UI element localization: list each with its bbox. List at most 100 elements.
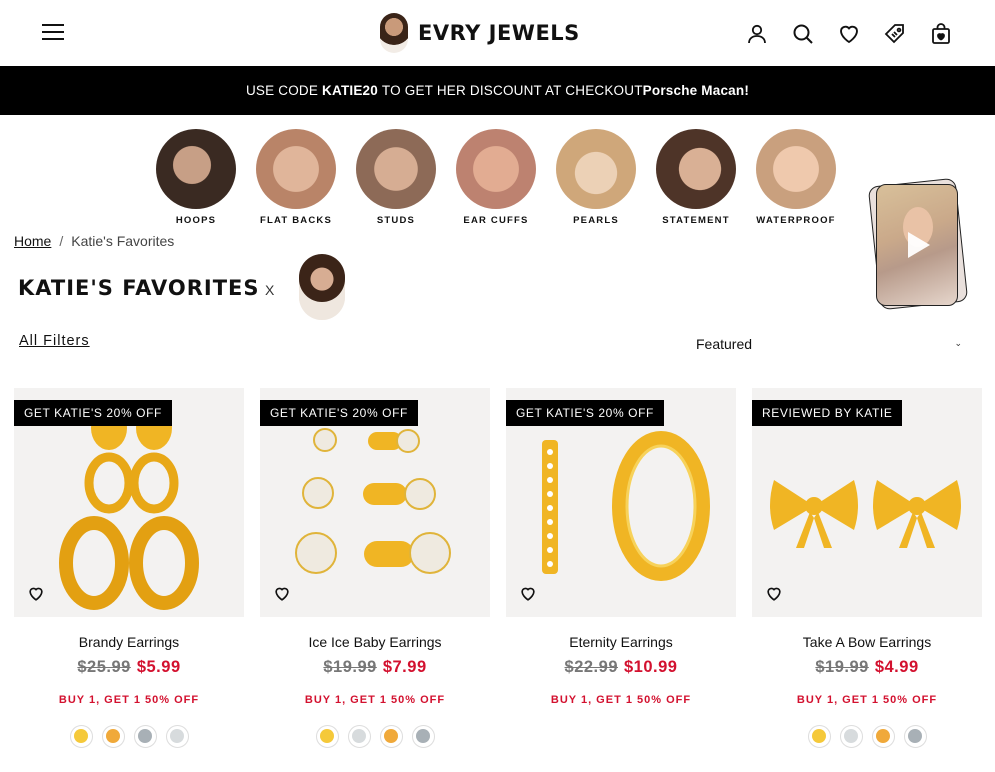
brand-name: EVRY JEWELS <box>418 21 580 45</box>
swatch-silver[interactable] <box>839 725 863 748</box>
wishlist-icon[interactable] <box>837 22 861 46</box>
breadcrumb: Home / Katie's Favorites <box>14 233 174 249</box>
color-swatches <box>14 725 244 748</box>
product-grid: GET KATIE'S 20% OFF Brandy Earrings $25.… <box>14 388 982 748</box>
product-offer: BUY 1, GET 1 50% OFF <box>796 694 938 706</box>
sale-price: $7.99 <box>382 658 427 676</box>
category-pearls[interactable]: PEARLS <box>556 129 636 226</box>
product-price: $19.99 $4.99 <box>752 658 982 677</box>
category-label: STUDS <box>376 215 416 226</box>
product-badge: GET KATIE'S 20% OFF <box>260 400 418 426</box>
category-image <box>156 129 236 209</box>
product-image[interactable]: REVIEWED BY KATIE <box>752 388 982 617</box>
category-hoops[interactable]: HOOPS <box>156 129 236 226</box>
promo-code: KATIE20 <box>322 83 378 98</box>
swatch-steel[interactable] <box>903 725 927 748</box>
product-price: $19.99 $7.99 <box>260 658 490 677</box>
account-icon[interactable] <box>745 22 769 46</box>
product-card[interactable]: GET KATIE'S 20% OFF Brandy Earrings $25.… <box>14 388 244 748</box>
original-price: $19.99 <box>815 658 869 676</box>
color-swatches <box>260 725 490 748</box>
original-price: $25.99 <box>77 658 131 676</box>
category-label: HOOPS <box>175 215 217 226</box>
swatch-steel[interactable] <box>133 725 157 748</box>
category-waterproof[interactable]: WATERPROOF <box>756 129 836 226</box>
product-offer: BUY 1, GET 1 50% OFF <box>304 694 446 706</box>
category-image <box>556 129 636 209</box>
swatch-silver[interactable] <box>347 725 371 748</box>
brand-logo[interactable]: EVRY JEWELS <box>380 12 580 54</box>
category-label: STATEMENT <box>662 215 730 226</box>
product-offer: BUY 1, GET 1 50% OFF <box>550 694 692 706</box>
original-price: $22.99 <box>564 658 618 676</box>
swatch-rose-gold[interactable] <box>871 725 895 748</box>
breadcrumb-current: Katie's Favorites <box>71 233 175 249</box>
rewards-tag-icon[interactable] <box>883 22 907 46</box>
promo-prefix: USE CODE <box>245 83 319 98</box>
site-header: EVRY JEWELS <box>0 0 995 66</box>
product-name[interactable]: Brandy Earrings <box>14 634 244 650</box>
category-studs[interactable]: STUDS <box>356 129 436 226</box>
heart-icon[interactable] <box>272 584 292 604</box>
header-actions <box>745 22 953 46</box>
category-nav: HOOPS FLAT BACKS STUDS EAR CUFFS PEARLS … <box>156 129 836 226</box>
category-label: FLAT BACKS <box>260 215 332 226</box>
sort-select[interactable]: Featured ⌄ <box>696 336 962 352</box>
logo-avatar <box>380 13 408 53</box>
product-badge: GET KATIE'S 20% OFF <box>14 400 172 426</box>
product-name[interactable]: Take A Bow Earrings <box>752 634 982 650</box>
product-name[interactable]: Eternity Earrings <box>506 634 736 650</box>
heart-icon[interactable] <box>518 584 538 604</box>
product-image[interactable]: GET KATIE'S 20% OFF <box>260 388 490 617</box>
category-image <box>656 129 736 209</box>
swatch-gold[interactable] <box>315 725 339 748</box>
collab-x: X <box>265 282 275 298</box>
swatch-gold[interactable] <box>807 725 831 748</box>
product-card[interactable]: GET KATIE'S 20% OFF Ice Ice Baby Earring… <box>260 388 490 748</box>
swatch-gold[interactable] <box>69 725 93 748</box>
product-offer: BUY 1, GET 1 50% OFF <box>58 694 200 706</box>
chevron-down-icon: ⌄ <box>954 338 962 348</box>
sale-price: $10.99 <box>624 658 678 676</box>
product-image[interactable]: GET KATIE'S 20% OFF <box>506 388 736 617</box>
category-ear-cuffs[interactable]: EAR CUFFS <box>456 129 536 226</box>
swatch-steel[interactable] <box>411 725 435 748</box>
promo-banner[interactable]: USE CODE KATIE20 TO GET HER DISCOUNT AT … <box>0 66 995 115</box>
product-price: $22.99 $10.99 <box>506 658 736 677</box>
product-name[interactable]: Ice Ice Baby Earrings <box>260 634 490 650</box>
breadcrumb-home-link[interactable]: Home <box>14 233 51 249</box>
promo-middle: TO GET HER DISCOUNT AT CHECKOUT <box>381 83 643 98</box>
color-swatches <box>752 725 982 748</box>
swatch-rose-gold[interactable] <box>379 725 403 748</box>
category-image <box>756 129 836 209</box>
page-title: KATIE'S FAVORITES <box>18 276 260 300</box>
category-image <box>456 129 536 209</box>
product-image[interactable]: GET KATIE'S 20% OFF <box>14 388 244 617</box>
influencer-avatar <box>299 254 345 320</box>
product-card[interactable]: GET KATIE'S 20% OFF Eternity Earrings $2… <box>506 388 736 748</box>
product-badge: REVIEWED BY KATIE <box>752 400 903 426</box>
product-price: $25.99 $5.99 <box>14 658 244 677</box>
search-icon[interactable] <box>791 22 815 46</box>
all-filters-button[interactable]: All Filters <box>19 333 90 349</box>
category-image <box>256 129 336 209</box>
play-icon[interactable] <box>908 232 930 258</box>
heart-icon[interactable] <box>26 584 46 604</box>
product-badge: GET KATIE'S 20% OFF <box>506 400 664 426</box>
category-label: WATERPROOF <box>756 215 836 226</box>
category-label: PEARLS <box>573 215 619 226</box>
category-statement[interactable]: STATEMENT <box>656 129 736 226</box>
swatch-silver[interactable] <box>165 725 189 748</box>
sale-price: $5.99 <box>136 658 181 676</box>
video-thumbnail[interactable] <box>867 177 969 311</box>
category-label: EAR CUFFS <box>463 215 529 226</box>
category-image <box>356 129 436 209</box>
heart-icon[interactable] <box>764 584 784 604</box>
category-flat-backs[interactable]: FLAT BACKS <box>256 129 336 226</box>
swatch-rose-gold[interactable] <box>101 725 125 748</box>
original-price: $19.99 <box>323 658 377 676</box>
sort-selected-value: Featured <box>696 336 753 352</box>
cart-bag-icon[interactable] <box>929 22 953 46</box>
menu-icon[interactable] <box>42 24 64 42</box>
product-card[interactable]: REVIEWED BY KATIE Take A Bow Earrings $1… <box>752 388 982 748</box>
